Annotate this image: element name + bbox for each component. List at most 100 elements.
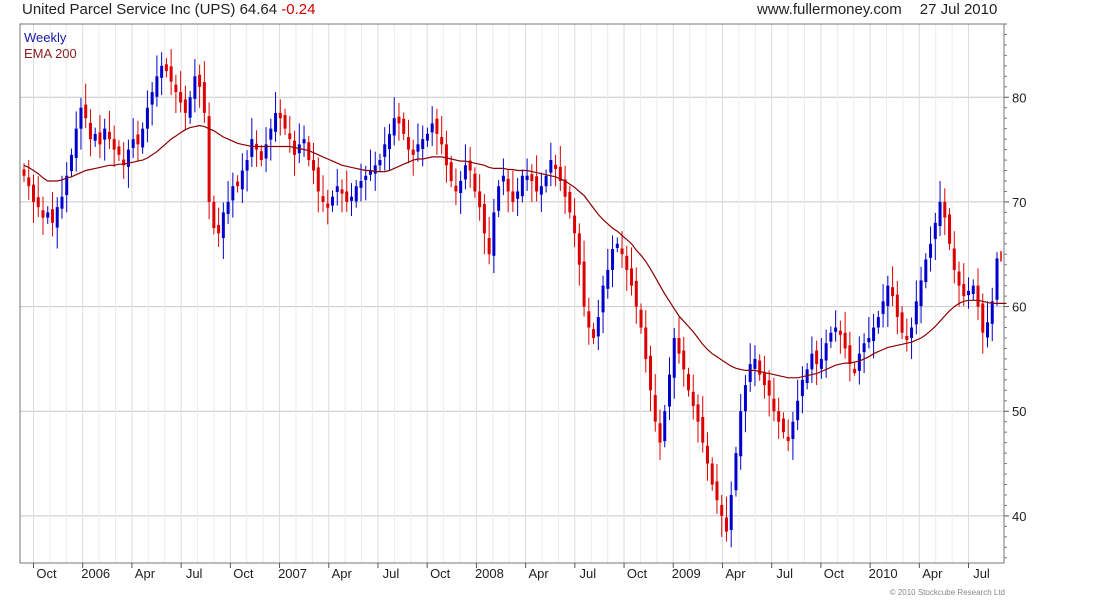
candle-body <box>881 301 885 314</box>
y-tick-label: 40 <box>1012 509 1026 524</box>
candle-body <box>748 364 752 382</box>
candle-body <box>50 209 54 223</box>
candle-body <box>971 285 975 295</box>
candle-body <box>444 144 448 166</box>
candle-body <box>198 74 202 87</box>
candle-body <box>843 332 847 349</box>
candle-body <box>516 191 520 199</box>
x-tick-label: Apr <box>922 566 943 581</box>
candle-body <box>501 175 505 182</box>
candle-body <box>430 123 434 133</box>
candle-body <box>696 404 700 422</box>
x-tick-label: Apr <box>135 566 156 581</box>
candle-body <box>497 186 501 211</box>
candle-body <box>668 374 672 407</box>
candle-body <box>202 82 206 113</box>
candle-body <box>867 337 871 343</box>
x-tick-label: Jul <box>186 566 203 581</box>
candle-body <box>155 76 159 97</box>
chart-grid <box>20 24 1004 563</box>
candle-body <box>245 160 249 171</box>
candle-body <box>539 186 543 195</box>
candle-body <box>810 353 814 370</box>
candle-body <box>331 196 335 206</box>
x-tick-label: Jul <box>973 566 990 581</box>
candle-body <box>183 99 187 113</box>
candle-body <box>853 368 857 374</box>
candle-body <box>392 118 396 136</box>
candle-body <box>672 337 676 378</box>
candle-body <box>967 290 971 296</box>
candle-body <box>682 350 686 370</box>
candle-body <box>620 248 624 255</box>
candle-body <box>587 311 591 328</box>
candle-body <box>179 92 183 103</box>
candle-body <box>478 191 482 208</box>
y-tick-label: 70 <box>1012 195 1026 210</box>
candle-body <box>838 330 842 335</box>
candle-body <box>274 112 278 132</box>
candle-body <box>449 162 453 181</box>
candle-body <box>544 175 548 187</box>
candlestick-series <box>22 49 1002 548</box>
candle-body <box>126 149 130 167</box>
candle-body <box>743 385 747 412</box>
candle-body <box>686 374 690 391</box>
candle-body <box>753 358 757 369</box>
candle-body <box>720 504 724 516</box>
candle-body <box>957 271 961 286</box>
candle-body <box>910 327 914 338</box>
x-tick-label: 2006 <box>81 566 110 581</box>
candle-body <box>577 233 581 265</box>
candle-body <box>791 421 795 439</box>
candle-body <box>79 107 83 129</box>
candle-body <box>164 64 168 72</box>
candle-body <box>905 335 909 341</box>
candle-body <box>758 360 762 375</box>
candle-body <box>411 149 415 155</box>
candle-body <box>592 329 596 338</box>
candle-body <box>938 201 942 226</box>
candle-body <box>98 132 102 145</box>
candle-body <box>383 144 387 157</box>
candle-body <box>639 309 643 328</box>
candle-body <box>511 191 515 202</box>
candle-body <box>259 151 263 161</box>
candle-body <box>321 196 325 202</box>
candle-body <box>55 207 59 228</box>
candle-body <box>378 160 382 166</box>
candle-body <box>857 353 861 371</box>
x-tick-label: 2010 <box>869 566 898 581</box>
candle-body <box>193 76 197 99</box>
candle-body <box>729 494 733 531</box>
x-tick-label: 2009 <box>672 566 701 581</box>
candle-body <box>473 173 477 192</box>
candle-body <box>240 170 244 190</box>
candle-body <box>27 177 31 187</box>
candle-body <box>231 186 235 201</box>
candle-body <box>107 131 111 140</box>
candle-body <box>525 175 529 180</box>
candle-body <box>914 301 918 325</box>
candle-body <box>359 180 363 188</box>
candle-body <box>819 358 823 369</box>
candle-body <box>440 137 444 145</box>
candle-body <box>406 137 410 150</box>
x-tick-label: Jul <box>580 566 597 581</box>
candle-body <box>734 453 738 491</box>
candle-body <box>705 445 709 464</box>
candle-body <box>416 144 420 152</box>
x-tick-label: 2007 <box>278 566 307 581</box>
candle-body <box>634 280 638 307</box>
candle-body <box>653 395 657 422</box>
candle-body <box>212 201 216 229</box>
candle-body <box>31 184 35 202</box>
candle-body <box>876 317 880 328</box>
candle-body <box>278 112 282 119</box>
candle-body <box>250 139 254 157</box>
candle-body <box>492 212 496 256</box>
candle-body <box>421 139 425 150</box>
candle-body <box>649 355 653 391</box>
candle-body <box>364 175 368 180</box>
candle-body <box>160 65 164 78</box>
